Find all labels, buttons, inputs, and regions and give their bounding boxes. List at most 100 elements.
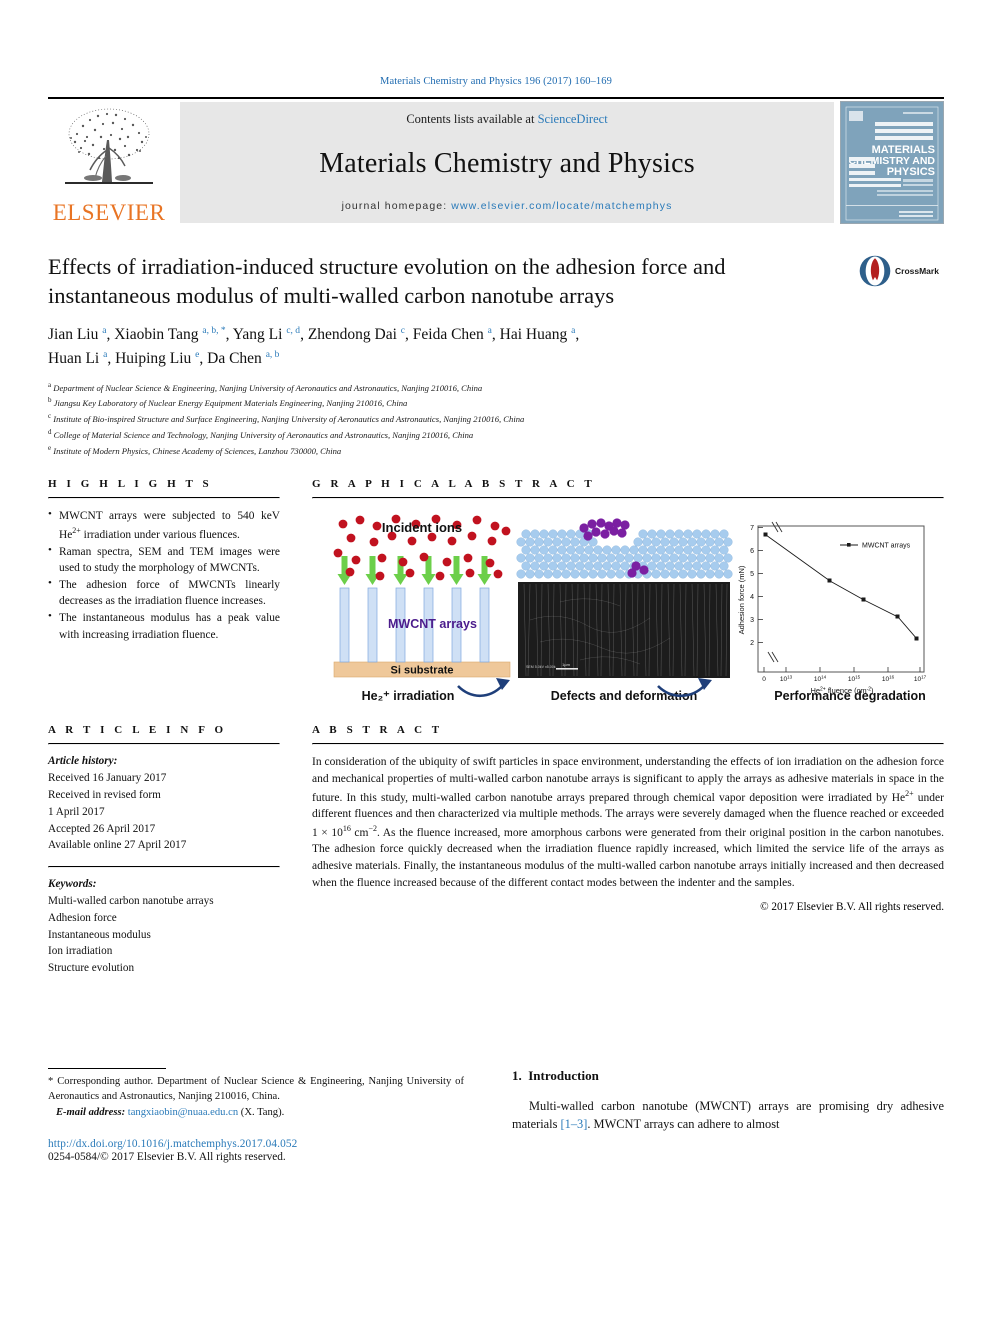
keywords-rule [48,866,280,869]
abstract-rule [312,743,944,746]
svg-text:7: 7 [750,525,754,532]
panel1-caption: He₂⁺ irradiation [362,689,455,703]
affiliation-key: c [48,412,52,421]
graphical-abstract-figure: Si substrate Incident ions MWCNT arrays … [312,510,944,706]
highlights-rule [48,497,280,500]
corresponding-author-note: * Corresponding author. Department of Nu… [48,1074,464,1120]
affiliation-item: d College of Material Science and Techno… [48,427,944,443]
keyword-item: Ion irradiation [48,945,113,958]
affiliation-key: a [48,380,52,389]
author-item: Jian Liu a [48,325,107,343]
affiliation-text: Institute of Modern Physics, Chinese Aca… [53,445,342,456]
doi-link[interactable]: http://dx.doi.org/10.1016/j.matchemphys.… [48,1138,464,1150]
article-history-label: Article history: [48,755,118,768]
article-info-column: A R T I C L E I N F O Article history: R… [48,724,296,977]
keyword-item: Adhesion force [48,911,117,924]
history-item: Available online 27 April 2017 [48,839,187,852]
crossmark-badge[interactable]: CrossMark [858,252,944,288]
author-item: , Yang Li c, d [225,325,301,343]
svg-text:1017: 1017 [914,675,927,683]
affiliation-text: Department of Nuclear Science & Engineer… [53,382,483,393]
graphical-abstract-rule [312,497,944,500]
abstract-heading: A B S T R A C T [312,724,443,737]
issn-copyright: 0254-0584/© 2017 Elsevier B.V. All right… [48,1151,286,1164]
intro-part: . MWCNT arrays can adhere to almost [587,1116,780,1131]
info-abstract-band: A R T I C L E I N F O Article history: R… [48,724,944,977]
author-item: , Zhendong Dai c [300,325,406,343]
abstract-part: In consideration of the ubiquity of swif… [312,756,944,804]
introduction-column: 1. Introduction Multi-walled carbon nano… [488,1068,944,1163]
contents-available-line: Contents lists available at ScienceDirec… [406,112,607,127]
crossmark-label: CrossMark [895,265,939,276]
keyword-item: Multi-walled carbon nanotube arrays [48,895,214,908]
email-label: E-mail address: [55,1106,126,1118]
citation-ref[interactable]: [1–3] [561,1117,588,1131]
svg-text:3: 3 [750,617,754,624]
email-attrib: (X. Tang). [238,1106,285,1118]
page-title: Effects of irradiation-induced structure… [48,254,726,309]
history-item: 1 April 2017 [48,805,105,818]
journal-cover-thumbnail: MATERIALS CHEMISTRY AND PHYSICS [840,101,944,224]
list-item: MWCNT arrays were subjected to 540 keV H… [48,507,280,542]
abstract-part: cm [350,826,369,839]
abstract-copyright: © 2017 Elsevier B.V. All rights reserved… [760,901,944,914]
crossmark-icon [859,255,891,287]
affiliation-item: e Institute of Modern Physics, Chinese A… [48,443,944,459]
abstract-part: . As the fluence increased, more amorpho… [312,826,944,889]
affiliation-item: b Jiangsu Key Laboratory of Nuclear Ener… [48,395,944,411]
list-item: The adhesion force of MWCNTs linearly de… [48,576,280,609]
affiliation-item: c Institute of Bio-inspired Structure an… [48,411,944,427]
elsevier-wordmark: ELSEVIER [52,200,166,225]
svg-text:2: 2 [750,640,754,647]
highlights-column: H I G H L I G H T S MWCNT arrays were su… [48,478,296,643]
author-item: , Xiaobin Tang a, b, * [106,325,226,343]
author-item: , Huiping Liu e [107,349,200,367]
homepage-prefix: journal homepage: [341,200,452,212]
ga-panel-irradiation: Si substrate Incident ions MWCNT arrays … [333,515,511,703]
affiliation-key: b [48,396,52,405]
affiliation-item: a Department of Nuclear Science & Engine… [48,380,944,396]
section-number: 1. [512,1068,522,1083]
author-item: , Hai Huang a [491,325,576,343]
keyword-item: Instantaneous modulus [48,928,151,941]
journal-homepage-line: journal homepage: www.elsevier.com/locat… [342,200,673,212]
svg-text:0: 0 [762,676,766,683]
email-link[interactable]: tangxiaobin@nuaa.edu.cn [128,1107,238,1118]
journal-title: Materials Chemistry and Physics [319,147,695,179]
graphical-abstract-svg: Si substrate Incident ions MWCNT arrays … [333,515,927,703]
abstract-text: In consideration of the ubiquity of swif… [312,754,944,891]
author-item: Huan Li a [48,349,108,367]
contents-prefix: Contents lists available at [406,112,538,126]
running-head: Materials Chemistry and Physics 196 (201… [380,76,612,87]
highlights-heading: H I G H L I G H T S [48,478,213,491]
title-block: Effects of irradiation-induced structure… [48,252,944,311]
corresponding-text: Corresponding author. Department of Nucl… [48,1076,464,1103]
lattice-rows [516,529,733,579]
section-heading: 1. Introduction [512,1068,944,1084]
author-item: , Feida Chen a [405,325,492,343]
homepage-url-link[interactable]: www.elsevier.com/locate/matchemphys [451,200,672,212]
affiliation-text: College of Material Science and Technolo… [53,429,474,440]
elsevier-logo: ELSEVIER [48,99,170,226]
keyword-item: Structure evolution [48,962,135,975]
list-item: Raman spectra, SEM and TEM images were u… [48,543,280,576]
page-bottom: * Corresponding author. Department of Nu… [48,1068,944,1163]
svg-text:4: 4 [750,594,754,601]
abstract-sup: 2+ [905,788,914,798]
abstract-sup: −2 [368,823,377,833]
highlights-list: MWCNT arrays were subjected to 540 keV H… [48,507,280,642]
article-info-heading: A R T I C L E I N F O [48,724,227,737]
sciencedirect-link[interactable]: ScienceDirect [538,112,608,126]
svg-text:MWCNT arrays: MWCNT arrays [862,543,911,550]
article-first-page: Materials Chemistry and Physics 196 (201… [0,0,992,1323]
ga-panel-defects: 1µm SEM 5.0kV x5.00k Defects and deforma… [516,518,733,703]
graphical-abstract-heading: G R A P H I C A L A B S T R A C T [312,478,596,491]
highlights-graphical-band: H I G H L I G H T S MWCNT arrays were su… [48,478,944,706]
panel3-caption: Performance degradation [774,689,925,703]
footnote-column: * Corresponding author. Department of Nu… [48,1068,488,1163]
svg-text:1015: 1015 [848,675,861,683]
keywords-label: Keywords: [48,878,97,891]
abstract-sup: 16 [342,823,351,833]
svg-text:6: 6 [750,548,754,555]
author-list: Jian Liu a, Xiaobin Tang a, b, *, Yang L… [48,325,580,367]
